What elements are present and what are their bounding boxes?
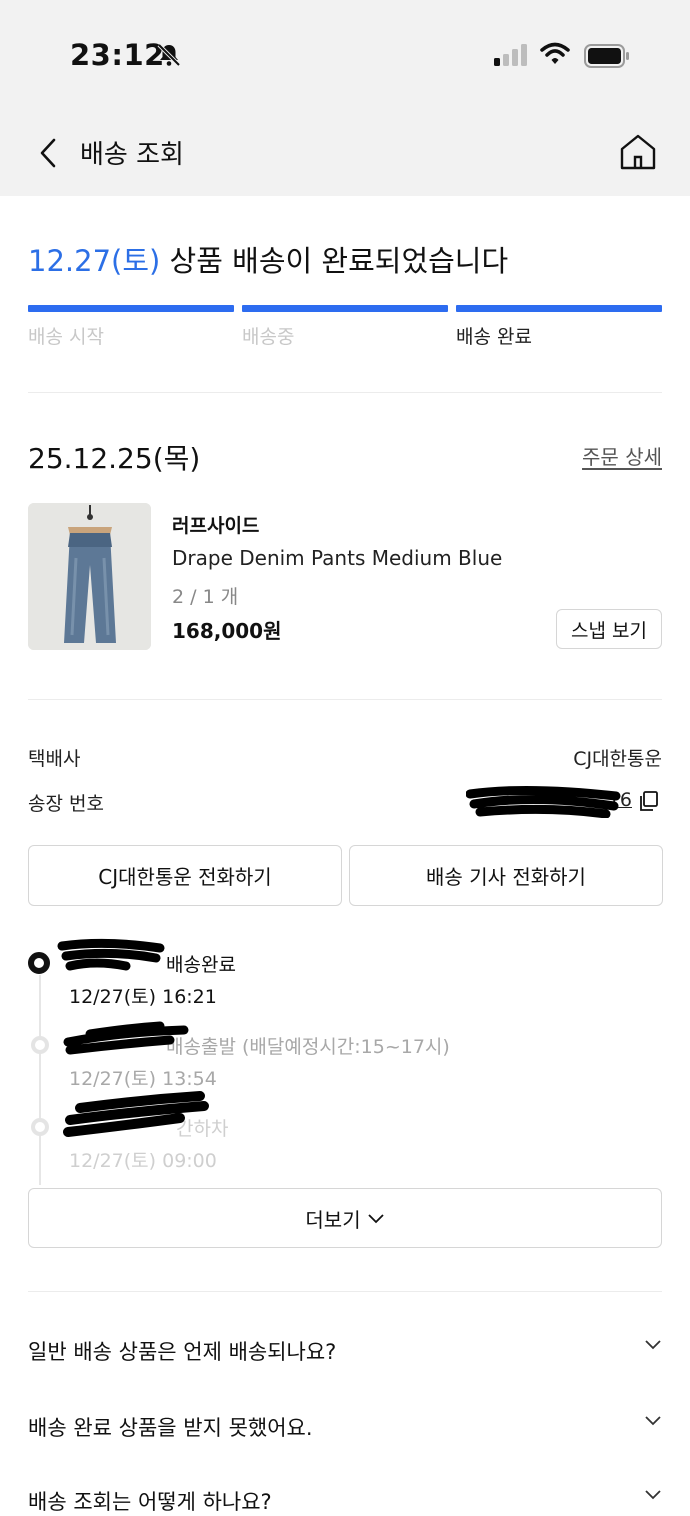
divider	[28, 699, 662, 700]
step-bar	[242, 305, 448, 312]
page-title: 배송 조회	[80, 140, 184, 170]
timeline-status: 배송완료	[166, 954, 236, 976]
status-bar: 23:12	[0, 0, 690, 110]
step-complete: 배송 완료	[456, 305, 662, 349]
clock: 23:12	[70, 38, 165, 72]
faq-question: 일반 배송 상품은 언제 배송되나요?	[28, 1340, 337, 1364]
timeline-status: 배송출발 (배달예정시간:15~17시)	[166, 1036, 450, 1058]
cellular-signal-icon	[494, 44, 527, 66]
wifi-icon	[540, 42, 570, 64]
chevron-down-icon	[645, 1416, 661, 1426]
tracking-label: 송장 번호	[28, 793, 104, 815]
faq-question: 배송 조회는 어떻게 하나요?	[28, 1490, 272, 1514]
home-icon[interactable]	[618, 132, 658, 172]
timeline-dot	[31, 1118, 49, 1136]
timeline-dot-current	[28, 952, 50, 974]
chevron-down-icon	[367, 1214, 384, 1224]
carrier-value: CJ대한통운	[573, 748, 662, 770]
call-driver-button[interactable]: 배송 기사 전화하기	[349, 845, 663, 906]
divider	[28, 392, 662, 393]
chevron-down-icon	[645, 1340, 661, 1350]
step-start: 배송 시작	[28, 305, 234, 349]
delivery-headline: 12.27(토) 상품 배송이 완료되었습니다	[28, 238, 508, 280]
battery-icon	[584, 44, 629, 68]
step-bar	[456, 305, 662, 312]
step-bar	[28, 305, 234, 312]
chevron-down-icon	[645, 1490, 661, 1500]
step-label: 배송중	[242, 326, 295, 348]
tracking-redaction	[466, 785, 621, 818]
faq-question: 배송 완료 상품을 받지 못했어요.	[28, 1416, 313, 1440]
delivery-progress: 배송 시작 배송중 배송 완료	[28, 305, 662, 355]
show-more-label: 더보기	[305, 1207, 361, 1232]
order-detail-link[interactable]: 주문 상세	[582, 441, 662, 470]
brand-name: 러프사이드	[172, 515, 260, 537]
timeline-time: 12/27(토) 09:00	[69, 1150, 217, 1172]
snap-view-button[interactable]: 스냅 보기	[556, 609, 662, 649]
order-date: 25.12.25(목)	[28, 442, 201, 475]
delivery-message: 상품 배송이 완료되었습니다	[160, 244, 509, 278]
timeline-line	[39, 975, 41, 1185]
timeline-dot	[31, 1036, 49, 1054]
divider	[28, 1291, 662, 1292]
timeline-time: 12/27(토) 16:21	[69, 986, 217, 1008]
call-carrier-button[interactable]: CJ대한통운 전화하기	[28, 845, 342, 906]
delivery-date: 12.27(토)	[28, 244, 161, 278]
location-redaction	[63, 1021, 189, 1055]
carrier-label: 택배사	[28, 748, 81, 770]
timeline-time: 12/27(토) 13:54	[69, 1068, 217, 1090]
step-in-transit: 배송중	[242, 305, 448, 349]
product-image[interactable]	[28, 503, 151, 650]
location-redaction	[57, 938, 165, 971]
location-redaction	[63, 1091, 209, 1137]
bell-muted-icon	[157, 43, 181, 67]
step-label: 배송 완료	[456, 326, 532, 348]
step-label: 배송 시작	[28, 326, 104, 348]
back-arrow-icon[interactable]	[34, 136, 64, 170]
show-more-button[interactable]: 더보기	[28, 1188, 662, 1248]
denim-pants-image	[28, 503, 151, 650]
product-name[interactable]: Drape Denim Pants Medium Blue	[172, 546, 502, 570]
app-header: 배송 조회	[0, 110, 690, 196]
product-option: 2 / 1 개	[172, 586, 239, 608]
copy-icon[interactable]	[638, 790, 660, 812]
product-price: 168,000원	[172, 619, 282, 643]
